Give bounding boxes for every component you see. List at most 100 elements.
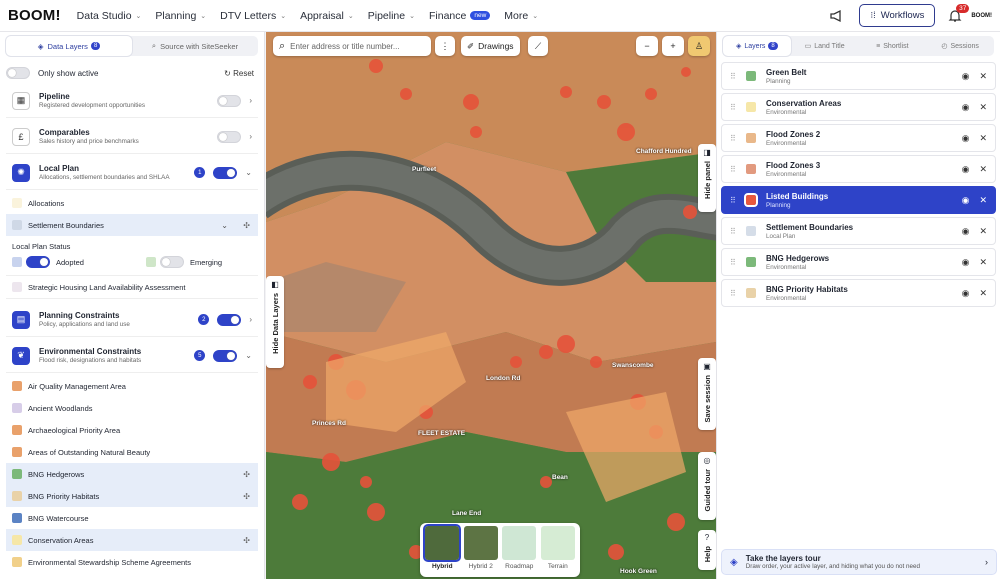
guided-tour-tab[interactable]: ◎ Guided tour [698, 452, 716, 520]
group-planning-constraints[interactable]: ▤ Planning Constraints Policy, applicatio… [6, 303, 258, 337]
map-canvas[interactable]: Purfleet Chafford Hundred FLEET ESTATE Swan… [266, 32, 716, 579]
layers-tour-banner[interactable]: ◈ Take the layers tour Draw order, your a… [721, 549, 997, 575]
close-icon[interactable]: ✕ [979, 71, 987, 82]
layer-env-item[interactable]: Conservation Areas ✣ [6, 529, 258, 551]
nav-appraisal[interactable]: Appraisal ⌄ [300, 10, 354, 22]
street-view-button[interactable]: ♙ [688, 36, 710, 56]
chevron-right-icon[interactable]: › [249, 96, 252, 105]
layer-env-item[interactable]: Areas of Outstanding Natural Beauty [6, 441, 258, 463]
hide-panel-tab[interactable]: ◨ Hide panel [698, 144, 716, 212]
drag-handle-icon[interactable]: ⠿ [730, 289, 740, 298]
layer-settlement-boundaries[interactable]: Settlement Boundaries ⌄ ✣ [6, 214, 258, 236]
hide-data-layers-tab[interactable]: ◧ Hide Data Layers [266, 276, 284, 368]
notifications-bell[interactable]: 37 [947, 3, 970, 24]
basemap-option[interactable]: Hybrid 2 [463, 526, 499, 574]
environmental-toggle[interactable] [213, 349, 238, 362]
nav-more[interactable]: More ⌄ [504, 10, 538, 22]
eye-icon[interactable]: ◉ [962, 71, 970, 82]
pin-icon[interactable]: ✣ [243, 470, 250, 479]
layer-card[interactable]: ⠿ Flood Zones 3 Environmental ◉ ✕ [721, 155, 996, 183]
chevron-down-icon[interactable]: ⌄ [221, 221, 228, 230]
chevron-down-icon[interactable]: ⌄ [245, 168, 252, 177]
pin-icon[interactable]: ✣ [243, 221, 250, 230]
layer-card[interactable]: ⠿ BNG Hedgerows Environmental ◉ ✕ [721, 248, 996, 276]
drag-handle-icon[interactable]: ⠿ [730, 258, 740, 267]
tab-sessions[interactable]: ◴ Sessions [926, 36, 994, 56]
tab-data-layers[interactable]: ◈ Data Layers 8 [6, 36, 132, 56]
workflows-button[interactable]: ⁝⁞ Workflows [859, 4, 936, 27]
eye-icon[interactable]: ◉ [962, 257, 970, 268]
layer-env-item[interactable]: BNG Priority Habitats ✣ [6, 485, 258, 507]
layer-allocations[interactable]: Allocations [6, 192, 258, 214]
eye-icon[interactable]: ◉ [962, 288, 970, 299]
chevron-right-icon[interactable]: › [249, 315, 252, 324]
chevron-down-icon[interactable]: ⌄ [245, 351, 252, 360]
close-icon[interactable]: ✕ [979, 288, 987, 299]
drag-handle-icon[interactable]: ⠿ [730, 103, 740, 112]
nav-dtv-letters[interactable]: DTV Letters ⌄ [220, 10, 286, 22]
eye-icon[interactable]: ◉ [962, 195, 970, 206]
layer-shlaa[interactable]: Strategic Housing Land Availability Asse… [6, 275, 258, 299]
layer-env-item[interactable]: BNG Watercourse [6, 507, 258, 529]
only-active-toggle[interactable] [6, 67, 30, 79]
measure-button[interactable]: ⟋ [528, 36, 548, 56]
pipeline-toggle[interactable] [217, 94, 242, 107]
layer-env-item[interactable]: Archaeological Priority Area [6, 419, 258, 441]
layer-card[interactable]: ⠿ BNG Priority Habitats Environmental ◉ ✕ [721, 279, 996, 307]
basemap-option[interactable]: Terrain [540, 526, 576, 574]
eye-icon[interactable]: ◉ [962, 102, 970, 113]
close-icon[interactable]: ✕ [979, 133, 987, 144]
pin-icon[interactable]: ✣ [243, 536, 250, 545]
comparables-toggle[interactable] [217, 130, 242, 143]
close-icon[interactable]: ✕ [979, 164, 987, 175]
tab-land-title[interactable]: ▭ Land Title [791, 36, 859, 56]
help-tab[interactable]: ? Help [698, 530, 716, 570]
drag-handle-icon[interactable]: ⠿ [730, 134, 740, 143]
close-icon[interactable]: ✕ [979, 257, 987, 268]
basemap-option[interactable]: Hybrid [423, 524, 462, 574]
layer-card[interactable]: ⠿ Settlement Boundaries Local Plan ◉ ✕ [721, 217, 996, 245]
map-imagery[interactable] [266, 32, 716, 579]
emerging-toggle[interactable] [159, 256, 184, 268]
pin-icon[interactable]: ✣ [243, 492, 250, 501]
local-plan-toggle[interactable] [213, 166, 238, 179]
more-options-button[interactable]: ⋮ [435, 36, 455, 56]
drag-handle-icon[interactable]: ⠿ [730, 227, 740, 236]
zoom-in-button[interactable]: + [662, 36, 684, 56]
basemap-option[interactable]: Roadmap [501, 526, 537, 574]
layer-env-item[interactable]: Air Quality Management Area [6, 375, 258, 397]
nav-planning[interactable]: Planning ⌄ [155, 10, 206, 22]
drag-handle-icon[interactable]: ⠿ [730, 72, 740, 81]
layer-card[interactable]: ⠿ Listed Buildings Planning ◉ ✕ [721, 186, 996, 214]
nav-pipeline[interactable]: Pipeline ⌄ [368, 10, 415, 22]
close-icon[interactable]: ✕ [979, 226, 987, 237]
group-environmental-constraints[interactable]: ❦ Environmental Constraints Flood risk, d… [6, 339, 258, 373]
nav-data-studio[interactable]: Data Studio ⌄ [77, 10, 142, 22]
chevron-right-icon[interactable]: › [249, 132, 252, 141]
layer-env-item[interactable]: Ancient Woodlands [6, 397, 258, 419]
drawings-button[interactable]: ✐ Drawings [461, 36, 520, 56]
account-logo[interactable]: BOOM! [971, 13, 992, 19]
brand-logo[interactable]: BOOM! [8, 7, 61, 24]
drag-handle-icon[interactable]: ⠿ [730, 196, 740, 205]
layer-card[interactable]: ⠿ Green Belt Planning ◉ ✕ [721, 62, 996, 90]
zoom-out-button[interactable]: − [636, 36, 658, 56]
chevron-right-icon[interactable]: › [985, 557, 988, 567]
save-session-tab[interactable]: ▣ Save session [698, 358, 716, 430]
eye-icon[interactable]: ◉ [962, 133, 970, 144]
tab-siteseeker[interactable]: ⌕ Source with SiteSeeker [132, 36, 258, 56]
adopted-toggle[interactable] [26, 256, 50, 268]
drag-handle-icon[interactable]: ⠿ [730, 165, 740, 174]
tab-layers[interactable]: ◈ Layers 8 [723, 36, 791, 56]
planning-toggle[interactable] [217, 313, 242, 326]
group-pipeline[interactable]: ▦ Pipeline Registered development opportu… [6, 84, 258, 118]
eye-icon[interactable]: ◉ [962, 164, 970, 175]
layer-env-item[interactable]: Environmental Stewardship Scheme Agreeme… [6, 551, 258, 573]
eye-icon[interactable]: ◉ [962, 226, 970, 237]
map-search-input[interactable]: ⌕ Enter address or title number... [273, 36, 431, 56]
reset-button[interactable]: ↻ Reset [224, 69, 254, 78]
layer-card[interactable]: ⠿ Flood Zones 2 Environmental ◉ ✕ [721, 124, 996, 152]
layer-env-item[interactable]: BNG Hedgerows ✣ [6, 463, 258, 485]
tab-shortlist[interactable]: ≡ Shortlist [859, 36, 927, 56]
megaphone-icon[interactable] [829, 8, 845, 24]
